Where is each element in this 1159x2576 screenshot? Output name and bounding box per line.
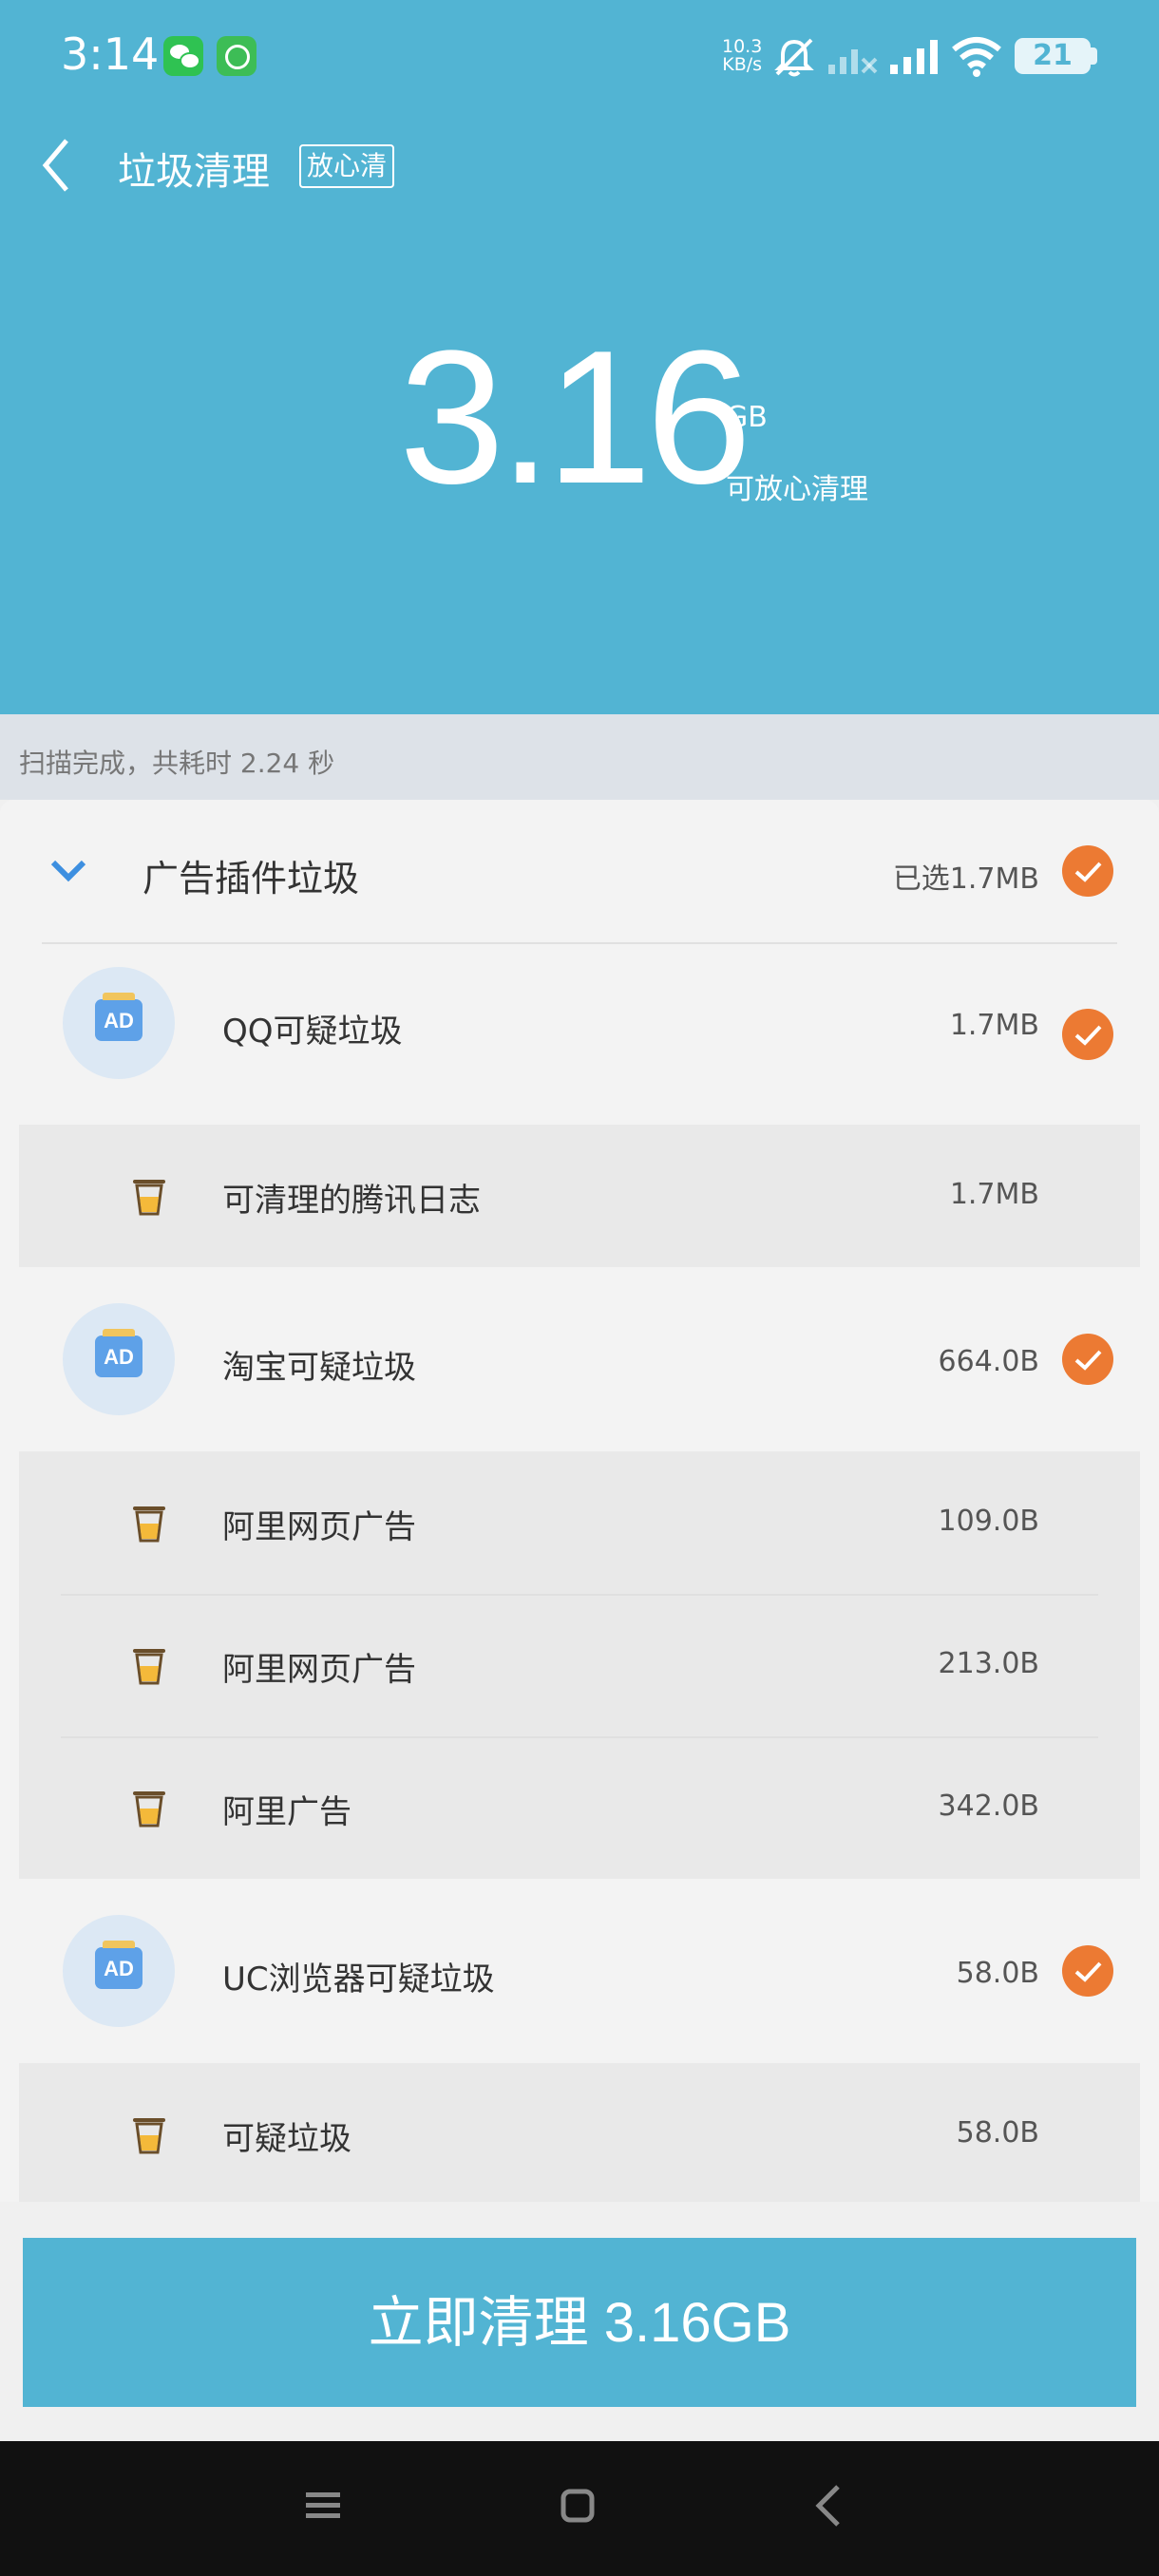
item-size: 213.0B: [938, 1647, 1039, 1680]
group-size: 1.7MB: [949, 1009, 1039, 1042]
bell-muted-icon: [774, 38, 814, 77]
item-name: 阿里广告: [222, 1793, 352, 1831]
group-name: 淘宝可疑垃圾: [222, 1349, 416, 1387]
check-icon: [1074, 1025, 1102, 1046]
wechat-icon: [163, 36, 203, 76]
ad-icon: AD: [63, 967, 175, 1079]
trash-icon: [133, 1791, 165, 1828]
item-size: 58.0B: [956, 2116, 1039, 2150]
group-checkbox[interactable]: [1062, 1945, 1113, 1997]
group-taobao[interactable]: AD 淘宝可疑垃圾 664.0B: [0, 1267, 1159, 1430]
item-size: 1.7MB: [949, 1178, 1039, 1211]
item-name: 可清理的腾讯日志: [222, 1182, 481, 1220]
app-icon: [217, 36, 256, 76]
category-header[interactable]: 广告插件垃圾 已选1.7MB: [0, 800, 1159, 942]
item-name: 可疑垃圾: [222, 2120, 352, 2158]
menu-icon[interactable]: [304, 2487, 342, 2525]
navigation-bar: [0, 2441, 1159, 2576]
back-arrow-icon[interactable]: [38, 135, 76, 196]
list-item[interactable]: 可清理的腾讯日志 1.7MB: [19, 1125, 1140, 1267]
net-speed: 10.3 KB/s: [722, 38, 762, 74]
battery-icon: 21: [1015, 38, 1091, 74]
status-time: 3:14: [61, 28, 160, 80]
trash-icon: [133, 1649, 165, 1685]
trash-icon: [133, 2118, 165, 2154]
trash-icon: [133, 1180, 165, 1216]
junk-unit: GB: [726, 401, 768, 434]
wifi-icon: [952, 37, 1001, 77]
scan-status-text: 扫描完成，共耗时 2.24 秒: [19, 748, 335, 779]
sub-list: 阿里网页广告 109.0B 阿里网页广告 213.0B 阿里广告 342.0B: [19, 1451, 1140, 1879]
category-title: 广告插件垃圾: [142, 858, 360, 900]
header-panel: 3:14 10.3 KB/s 21 垃圾清理 放心清 3.16 GB 可放心清理: [0, 0, 1159, 714]
check-icon: [1074, 862, 1102, 882]
group-size: 58.0B: [956, 1957, 1039, 1990]
battery-tip: [1091, 47, 1097, 65]
status-bar: 3:14 10.3 KB/s 21: [0, 0, 1159, 114]
group-checkbox[interactable]: [1062, 1009, 1113, 1060]
clean-now-button[interactable]: 立即清理 3.16GB: [23, 2238, 1136, 2407]
group-uc[interactable]: AD UC浏览器可疑垃圾 58.0B: [0, 1879, 1159, 2063]
item-size: 109.0B: [938, 1505, 1039, 1538]
group-checkbox[interactable]: [1062, 1334, 1113, 1385]
ad-icon: AD: [63, 1303, 175, 1415]
ad-icon: AD: [63, 1915, 175, 2027]
list-item[interactable]: 阿里网页广告 109.0B: [19, 1451, 1140, 1594]
group-size: 664.0B: [938, 1345, 1039, 1378]
list-item[interactable]: 可疑垃圾 58.0B: [19, 2063, 1140, 2202]
group-name: UC浏览器可疑垃圾: [222, 1960, 495, 1998]
chevron-down-icon[interactable]: [49, 857, 87, 883]
item-name: 阿里网页广告: [222, 1508, 416, 1546]
back-icon[interactable]: [813, 2483, 844, 2529]
check-icon: [1074, 1961, 1102, 1982]
category-checkbox[interactable]: [1062, 845, 1113, 897]
junk-amount: 3.16: [399, 312, 751, 523]
page-title: 垃圾清理: [118, 150, 270, 194]
item-size: 342.0B: [938, 1790, 1039, 1823]
item-name: 阿里网页广告: [222, 1651, 416, 1689]
junk-subtitle: 可放心清理: [726, 473, 868, 506]
list-item[interactable]: 阿里广告 342.0B: [19, 1736, 1140, 1879]
junk-list: 广告插件垃圾 已选1.7MB AD QQ可疑垃圾 1.7MB 可清理的腾讯日志 …: [0, 800, 1159, 2202]
signal-icon: [890, 40, 938, 74]
group-qq[interactable]: AD QQ可疑垃圾 1.7MB: [0, 942, 1159, 1104]
signal-icon: [828, 49, 878, 74]
home-icon[interactable]: [559, 2487, 597, 2525]
title-badge: 放心清: [299, 144, 395, 188]
net-speed-unit: KB/s: [722, 54, 763, 75]
group-name: QQ可疑垃圾: [222, 1013, 403, 1051]
check-icon: [1074, 1350, 1102, 1371]
trash-icon: [133, 1506, 165, 1543]
list-item[interactable]: 阿里网页广告 213.0B: [19, 1594, 1140, 1736]
category-selected: 已选1.7MB: [892, 862, 1039, 896]
